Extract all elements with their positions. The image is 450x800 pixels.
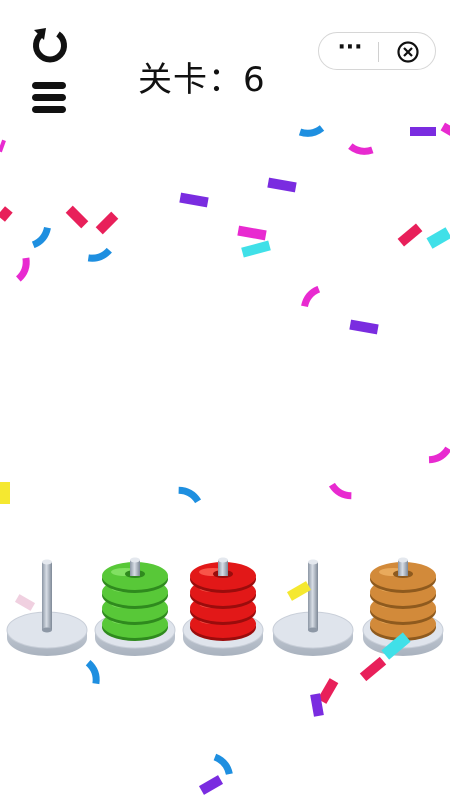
confetti-piece [237, 225, 267, 241]
confetti-piece [298, 125, 325, 137]
ring-orange[interactable] [370, 578, 436, 609]
confetti-piece [179, 192, 209, 208]
confetti-piece [397, 223, 423, 247]
confetti-piece [381, 632, 411, 660]
confetti-piece [440, 122, 450, 137]
confetti-piece [410, 127, 436, 136]
confetti-piece [14, 594, 36, 611]
mini-program-capsule: ··· [318, 32, 436, 70]
confetti-piece [359, 656, 387, 682]
peg-4[interactable] [272, 559, 354, 657]
confetti-piece [349, 319, 379, 335]
peg-3[interactable] [182, 557, 264, 657]
confetti-piece [426, 227, 450, 249]
close-circle-icon[interactable] [395, 39, 421, 65]
confetti-piece [87, 247, 112, 262]
confetti-piece [178, 486, 202, 504]
ring-orange[interactable] [370, 562, 436, 593]
level-title: 关卡：6 [138, 60, 266, 100]
ring-green[interactable] [102, 594, 168, 625]
ring-red[interactable] [190, 594, 256, 625]
confetti-piece [213, 753, 233, 775]
confetti-piece [0, 482, 10, 504]
confetti-piece [0, 139, 6, 153]
peg-2[interactable] [94, 557, 176, 657]
confetti-piece [0, 206, 13, 222]
ring-orange[interactable] [370, 610, 436, 641]
ring-green[interactable] [102, 610, 168, 641]
confetti-piece [328, 482, 352, 500]
confetti-piece [241, 240, 271, 258]
peg-1[interactable] [6, 559, 88, 657]
confetti-piece [310, 693, 324, 717]
ring-orange[interactable] [370, 594, 436, 625]
peg-5[interactable] [362, 557, 444, 657]
confetti-piece [301, 285, 321, 308]
capsule-divider [378, 42, 379, 62]
confetti-piece [428, 446, 450, 464]
game-board [0, 122, 450, 795]
game-stage[interactable]: 关卡：6 ··· [0, 0, 450, 800]
more-options-button[interactable]: ··· [333, 37, 367, 65]
confetti-piece [317, 678, 339, 704]
ring-green[interactable] [102, 578, 168, 609]
ring-red[interactable] [190, 578, 256, 609]
confetti-piece [31, 226, 51, 249]
confetti-piece [267, 177, 297, 193]
confetti-piece [286, 581, 312, 601]
confetti-piece [348, 143, 374, 155]
ring-red[interactable] [190, 610, 256, 641]
confetti-piece [65, 205, 89, 229]
confetti-piece [198, 775, 224, 795]
confetti-piece [95, 211, 119, 235]
ring-red[interactable] [190, 562, 256, 593]
ring-green[interactable] [102, 562, 168, 593]
confetti-piece [15, 257, 30, 282]
restart-icon[interactable] [28, 22, 72, 66]
hamburger-menu-icon[interactable] [30, 80, 70, 116]
confetti-piece [85, 660, 100, 685]
